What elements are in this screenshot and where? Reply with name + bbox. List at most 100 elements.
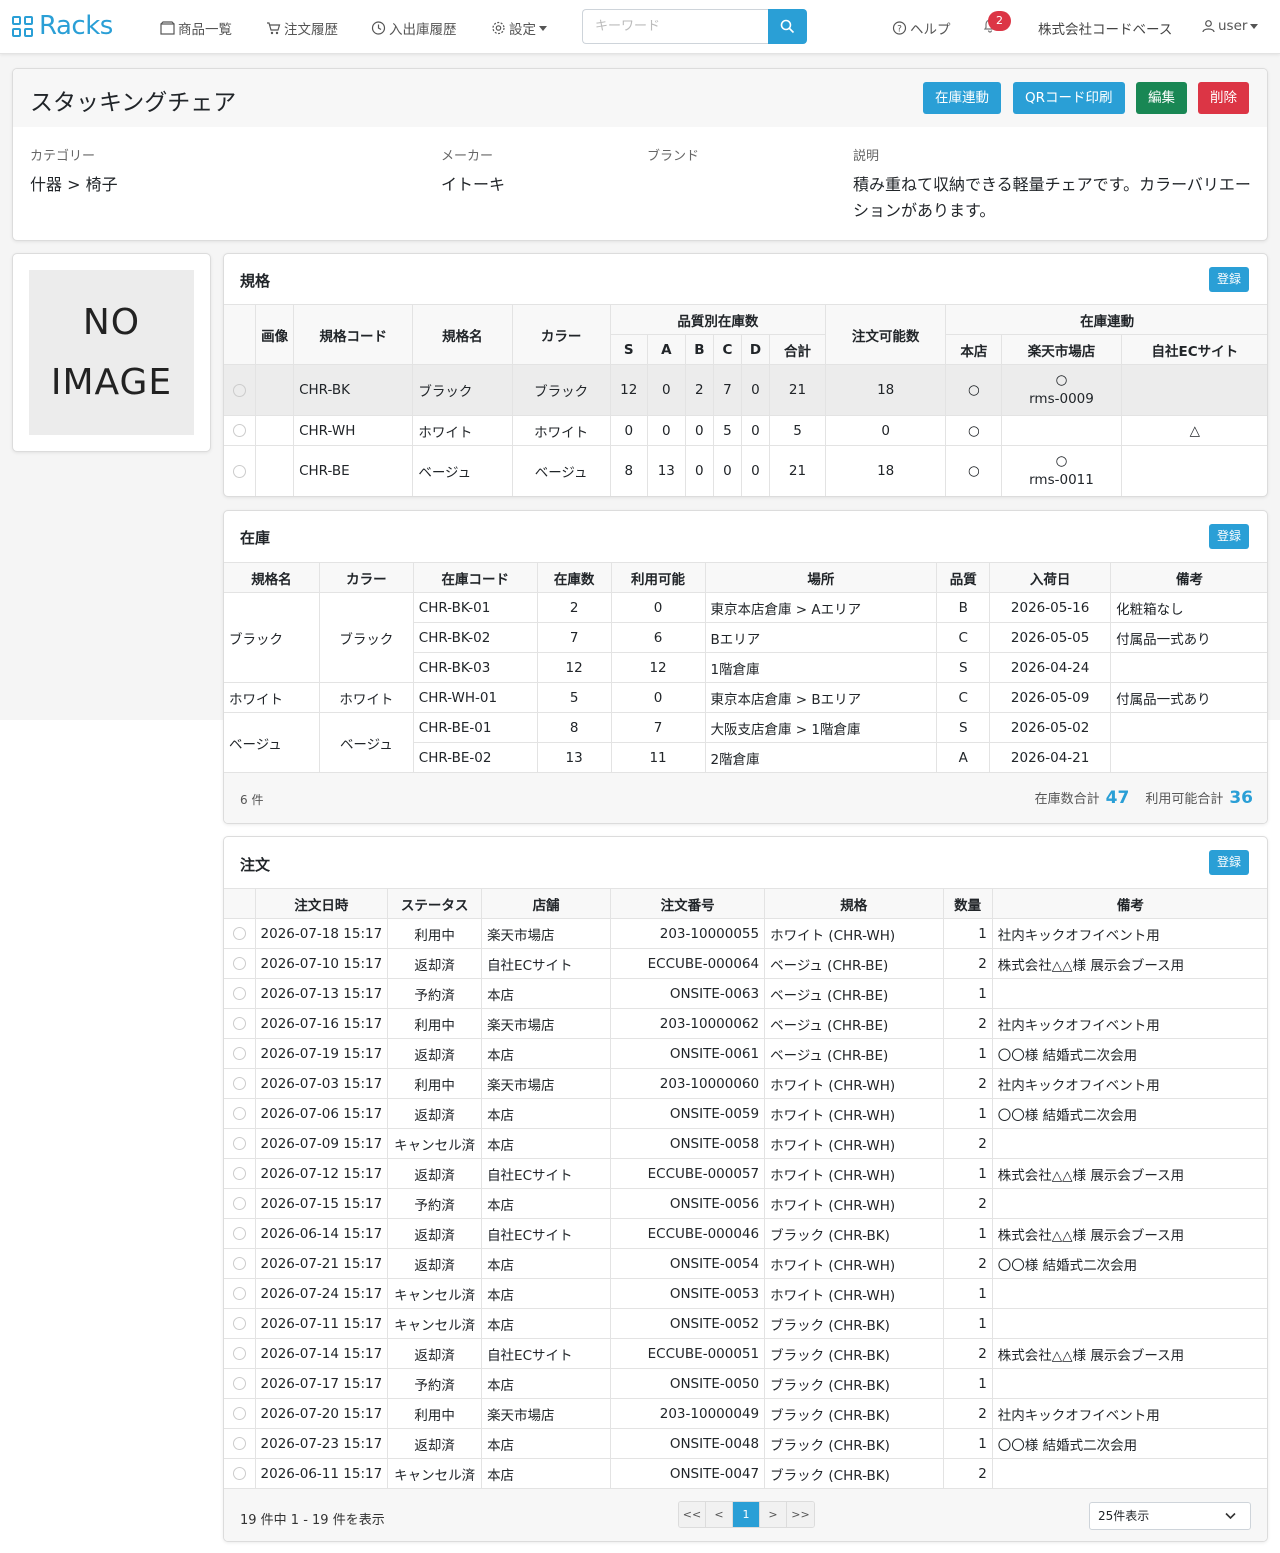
specs-table: 画像 規格コード 規格名 カラー 品質別在庫数 注文可能数 在庫連動 S A B… (224, 304, 1267, 496)
quality-header-total: 合計 (768, 334, 827, 365)
orders-header-1: ステータス (387, 888, 483, 919)
table-row[interactable]: 2026-07-16 15:17 利用中 楽天市場店 203-10000062 ベージュ… (224, 1008, 1267, 1039)
table-row[interactable]: 2026-07-13 15:17 予約済 本店 ONSITE-0063 ベージュ (CH… (224, 978, 1267, 1009)
order-store: 本店 (481, 978, 612, 1009)
search-button[interactable] (768, 9, 807, 44)
table-row[interactable]: 2026-07-21 15:17 返却済 本店 ONSITE-0054 ホワイト (CH… (224, 1248, 1267, 1279)
order-store: 本店 (481, 1458, 612, 1489)
stock-sync-button[interactable]: 在庫連動 (923, 82, 1001, 114)
nav-settings[interactable]: 設定 (491, 18, 547, 38)
qty-b: 2 (684, 364, 714, 416)
table-row[interactable]: CHR-WH ホワイト ホワイト 0 0 0 5 0 5 0 ○ △ (224, 415, 1267, 446)
pager-page-1[interactable]: 1 (733, 1502, 760, 1527)
orderable-qty: 18 (825, 364, 947, 416)
table-row[interactable]: CHR-BK ブラック ブラック 12 0 2 7 0 21 18 ○ ○ rms… (224, 364, 1267, 416)
row-select[interactable] (224, 1128, 256, 1159)
nav-orders[interactable]: 注文履歴 (266, 18, 338, 38)
table-row[interactable]: 2026-07-10 15:17 返却済 自社ECサイト ECCUBE-000064 ベ… (224, 948, 1267, 979)
stock-color: ブラック (318, 592, 414, 683)
brand-logo[interactable]: Racks (12, 11, 113, 41)
table-row[interactable]: 2026-06-14 15:17 返却済 自社ECサイト ECCUBE-000046 ブ… (224, 1218, 1267, 1249)
table-row[interactable]: CHR-BE ベージュ ベージュ 8 13 0 0 0 21 18 ○ ○ rms… (224, 445, 1267, 496)
order-number: 203-10000049 (610, 1398, 766, 1429)
row-select[interactable] (224, 1068, 256, 1099)
user-menu[interactable]: user (1202, 18, 1259, 34)
qty-c: 5 (712, 415, 742, 446)
order-date: 2026-07-24 15:17 (254, 1278, 389, 1309)
stock-register-button[interactable]: 登録 (1209, 524, 1250, 549)
table-row[interactable]: 2026-07-09 15:17 キャンセル済 本店 ONSITE-0058 ホワイト … (224, 1128, 1267, 1159)
row-select[interactable] (224, 948, 256, 979)
row-select[interactable] (224, 364, 257, 416)
radio-icon (232, 957, 246, 970)
specs-register-button[interactable]: 登録 (1209, 267, 1250, 292)
qr-print-button[interactable]: QRコード印刷 (1013, 82, 1125, 114)
edit-button[interactable]: 編集 (1136, 82, 1187, 114)
row-select[interactable] (224, 1278, 256, 1309)
radio-icon (232, 1467, 246, 1480)
order-qty: 1 (942, 918, 993, 949)
pager-prev[interactable]: < (706, 1502, 733, 1527)
table-row[interactable]: 2026-07-24 15:17 キャンセル済 本店 ONSITE-0053 ホワイト … (224, 1278, 1267, 1309)
table-row[interactable]: 2026-07-20 15:17 利用中 楽天市場店 203-10000049 ブラック… (224, 1398, 1267, 1429)
orders-summary: 19 件中 1 - 19 件を表示 (240, 1513, 385, 1528)
pager-first[interactable]: << (679, 1502, 706, 1527)
table-row[interactable]: 2026-07-18 15:17 利用中 楽天市場店 203-10000055 ホワイト… (224, 918, 1267, 949)
table-row[interactable]: 2026-07-03 15:17 利用中 楽天市場店 203-10000060 ホワイト… (224, 1068, 1267, 1099)
row-select[interactable] (224, 1188, 256, 1219)
spec-name: ベージュ (412, 445, 513, 496)
stock-note: 付属品一式あり (1110, 682, 1267, 713)
table-row[interactable]: 2026-07-15 15:17 予約済 本店 ONSITE-0056 ホワイト (CH… (224, 1188, 1267, 1219)
stock-location: Bエリア (704, 622, 938, 653)
table-row[interactable]: 2026-07-11 15:17 キャンセル済 本店 ONSITE-0052 ブラック … (224, 1308, 1267, 1339)
table-row[interactable]: 2026-07-23 15:17 返却済 本店 ONSITE-0048 ブラック (CH… (224, 1428, 1267, 1459)
per-page-select[interactable]: 25件表示 (1089, 1502, 1251, 1530)
order-note: 〇〇様 結婚式二次会用 (991, 1428, 1267, 1459)
order-number: ONSITE-0052 (610, 1308, 766, 1339)
radio-icon (232, 1437, 246, 1450)
pager-next[interactable]: > (760, 1502, 787, 1527)
row-select[interactable] (224, 1308, 256, 1339)
row-select[interactable] (224, 1428, 256, 1459)
qty-b: 0 (684, 415, 714, 446)
row-select[interactable] (224, 1248, 256, 1279)
radio-icon (232, 987, 246, 1000)
order-number: 203-10000062 (610, 1008, 766, 1039)
row-select[interactable] (224, 1008, 256, 1039)
pager-last[interactable]: >> (787, 1502, 814, 1527)
table-row[interactable]: ホワイト ホワイト CHR-WH-01 5 0 東京本店倉庫 > Bエリア C 2026-05… (224, 682, 1267, 713)
sync-honten: ○ (945, 445, 1003, 496)
row-select[interactable] (224, 1098, 256, 1129)
row-select[interactable] (224, 978, 256, 1009)
order-qty: 2 (942, 1338, 993, 1369)
table-row[interactable]: 2026-07-17 15:17 予約済 本店 ONSITE-0050 ブラック (CH… (224, 1368, 1267, 1399)
row-select[interactable] (224, 445, 257, 496)
table-row[interactable]: 2026-07-14 15:17 返却済 自社ECサイト ECCUBE-000051 ブ… (224, 1338, 1267, 1369)
row-select[interactable] (224, 1368, 256, 1399)
row-select[interactable] (224, 1338, 256, 1369)
row-select[interactable] (224, 918, 256, 949)
order-qty: 1 (942, 1368, 993, 1399)
delete-button[interactable]: 削除 (1198, 82, 1249, 114)
table-row[interactable]: ベージュ ベージュ CHR-BE-01 8 7 大阪支店倉庫 > 1階倉庫 S 2026-05… (224, 712, 1267, 773)
row-select[interactable] (224, 1218, 256, 1249)
row-select[interactable] (224, 1158, 256, 1189)
nav-stock-history[interactable]: 入出庫履歴 (371, 18, 457, 38)
nav-products[interactable]: 商品一覧 (160, 18, 232, 38)
table-row[interactable]: 2026-06-11 15:17 キャンセル済 本店 ONSITE-0047 ブラック … (224, 1458, 1267, 1489)
row-select[interactable] (224, 1038, 256, 1069)
table-row[interactable]: 2026-07-12 15:17 返却済 自社ECサイト ECCUBE-000057 ホ… (224, 1158, 1267, 1189)
table-row[interactable]: ブラック ブラック CHR-BK-01 2 0 東京本店倉庫 > Aエリア B 2026-05… (224, 592, 1267, 683)
table-row[interactable]: 2026-07-06 15:17 返却済 本店 ONSITE-0059 ホワイト (CH… (224, 1098, 1267, 1129)
row-select[interactable] (224, 1458, 256, 1489)
order-store: 本店 (481, 1098, 612, 1129)
table-row[interactable]: 2026-07-19 15:17 返却済 本店 ONSITE-0061 ベージュ (CH… (224, 1038, 1267, 1069)
row-select[interactable] (224, 1398, 256, 1429)
search-input[interactable] (582, 9, 768, 44)
nav-help[interactable]: ? ヘルプ (892, 18, 951, 38)
row-select[interactable] (224, 415, 257, 446)
orders-register-button[interactable]: 登録 (1209, 850, 1250, 875)
order-number: ECCUBE-000051 (610, 1338, 766, 1369)
order-store: 本店 (481, 1428, 612, 1459)
stock-qty: 2 (536, 592, 612, 623)
